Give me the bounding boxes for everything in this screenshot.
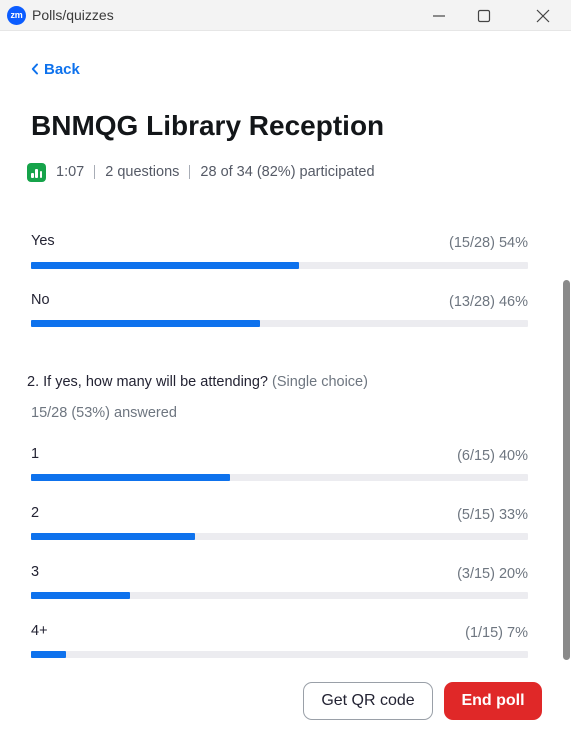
list-item: 2 (5/15) 33%: [31, 505, 528, 545]
result-bar: [31, 262, 528, 269]
divider: [189, 165, 191, 179]
option-label: Yes: [31, 233, 55, 249]
results-panel[interactable]: Yes (15/28) 54% No (13/28) 46% 2. If yes…: [0, 215, 571, 665]
list-item: 1 (6/15) 40%: [31, 446, 528, 486]
scrollbar-thumb[interactable]: [563, 280, 570, 660]
bar-chart-icon: [27, 162, 46, 182]
question-type: (Single choice): [272, 374, 368, 390]
result-bar-fill: [31, 320, 260, 327]
result-bar-fill: [31, 262, 300, 269]
option-stat: (15/28) 54%: [449, 235, 528, 251]
minimize-icon: [433, 15, 445, 17]
chevron-left-icon: [31, 63, 38, 75]
option-stat: (13/28) 46%: [449, 294, 528, 310]
end-poll-button[interactable]: End poll: [444, 682, 542, 720]
title-bar: zm Polls/quizzes: [0, 0, 571, 31]
option-stat: (1/15) 7%: [465, 625, 528, 641]
poll-duration: 1:07: [56, 164, 85, 180]
poll-meta: 1:07 2 questions 28 of 34 (82%) particip…: [27, 162, 375, 182]
result-bar: [31, 474, 528, 481]
option-stat: (3/15) 20%: [457, 566, 528, 582]
list-item: 3 (3/15) 20%: [31, 564, 528, 604]
page-title: BNMQG Library Reception: [31, 110, 385, 141]
maximize-icon: [477, 9, 491, 23]
result-bar: [31, 533, 528, 540]
answered-count: 15/28 (53%) answered: [31, 405, 177, 421]
question-text: 2. If yes, how many will be attending?: [27, 374, 268, 390]
option-label: 2: [31, 505, 40, 521]
option-stat: (6/15) 40%: [457, 448, 528, 464]
list-item: No (13/28) 46%: [31, 292, 528, 332]
question-title: 2. If yes, how many will be attending? (…: [27, 374, 368, 390]
option-label: 4+: [31, 623, 48, 639]
option-label: No: [31, 292, 50, 308]
back-label: Back: [44, 60, 80, 78]
back-button[interactable]: Back: [31, 59, 80, 79]
maximize-button[interactable]: [459, 0, 509, 31]
zoom-logo-icon: zm: [7, 6, 26, 25]
result-bar-fill: [31, 533, 195, 540]
participation-text: 28 of 34 (82%) participated: [200, 164, 375, 180]
result-bar-fill: [31, 474, 230, 481]
result-bar-fill: [31, 592, 131, 599]
result-bar: [31, 592, 528, 599]
list-item: Yes (15/28) 54%: [31, 233, 528, 273]
option-stat: (5/15) 33%: [457, 507, 528, 523]
minimize-button[interactable]: [414, 0, 464, 31]
option-label: 1: [31, 446, 40, 462]
divider: [94, 165, 96, 179]
questions-count: 2 questions: [105, 164, 180, 180]
result-bar: [31, 651, 528, 658]
option-label: 3: [31, 564, 40, 580]
list-item: 4+ (1/15) 7%: [31, 623, 528, 663]
result-bar: [31, 320, 528, 327]
result-bar-fill: [31, 651, 66, 658]
window-title: Polls/quizzes: [32, 7, 114, 23]
close-button[interactable]: [518, 0, 568, 31]
close-icon: [536, 9, 550, 23]
get-qr-code-button[interactable]: Get QR code: [303, 682, 433, 720]
